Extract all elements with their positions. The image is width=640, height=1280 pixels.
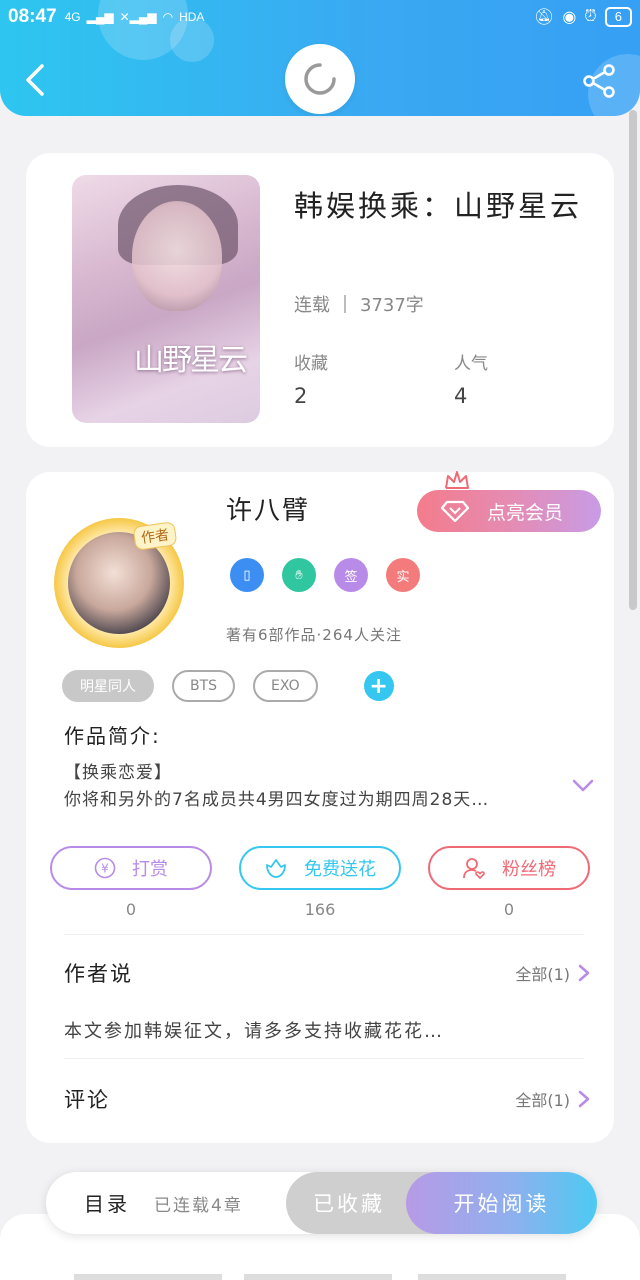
send-flower-label: 免费送花 (304, 859, 376, 880)
svg-text:¥: ¥ (101, 862, 109, 876)
author-says-row[interactable]: 作者说 全部(1) (64, 958, 590, 988)
book-status: 连载 (294, 295, 330, 316)
tag-item[interactable]: BTS (172, 670, 236, 702)
tip-action: ¥ 打赏 0 (50, 846, 212, 919)
favorites-stat: 收藏 2 (294, 349, 328, 408)
intro-line: 你将和另外的7名成员共4男四女度过为期四周28天… (64, 790, 490, 810)
yen-icon: ¥ (94, 857, 116, 879)
intro-line: 【换乘恋爱】 (64, 763, 172, 783)
flower-action: 免费送花 166 (239, 846, 401, 919)
flower-icon (266, 859, 286, 878)
book-meta: 连载 3737字 (294, 291, 424, 317)
popularity-value: 4 (454, 384, 468, 408)
flower-count: 166 (304, 900, 336, 919)
battery-indicator: 6 (604, 7, 632, 27)
favorites-label: 收藏 (294, 354, 328, 374)
status-bar: 08:47 4G ▂▄▆ ✕▂▄▆ ◠ HDA 🔕︎ ◉ ⏰︎ 6 (8, 4, 632, 30)
signal-x-icon: ✕▂▄▆ (119, 10, 157, 24)
comments-row[interactable]: 评论 全部(1) (64, 1084, 590, 1114)
nav-indicator (74, 1274, 222, 1280)
wifi-icon: ◠ (162, 10, 174, 24)
book-info-card: 山野星云 韩娱换乘：山野星云 连载 3737字 收藏 2 人气 4 (26, 153, 614, 447)
start-reading-button[interactable]: 开始阅读 (406, 1172, 597, 1234)
fan-user-icon (463, 858, 485, 880)
tip-count: 0 (125, 900, 137, 919)
alarm-icon: ⏰︎ (584, 8, 597, 25)
back-arrow-icon[interactable] (20, 62, 50, 98)
lock-icon: ◉ (562, 9, 577, 26)
action-buttons: ¥ 打赏 0 免费送花 166 粉丝榜 0 (50, 846, 590, 919)
favorites-value: 2 (294, 384, 308, 408)
crown-icon (445, 471, 469, 489)
cover-title: 山野星云 (134, 343, 248, 378)
toc-label: 目录 (84, 1192, 130, 1216)
fan-ranking-button[interactable]: 粉丝榜 (428, 846, 590, 890)
cover-figure (132, 201, 222, 311)
fans-action: 粉丝榜 0 (428, 846, 590, 919)
author-card: 作者 许八臂 点亮会员 ▯ ✋︎ 签 实 著有6部作品·264人关注 明星同人 … (26, 471, 614, 1143)
tag-item[interactable]: EXO (253, 670, 318, 702)
word-count: 3737字 (360, 295, 424, 316)
book-title: 韩娱换乘：山野星云 (294, 189, 583, 223)
verified-badge[interactable]: 实 (386, 558, 420, 592)
chevron-down-icon[interactable] (572, 778, 594, 794)
divider (64, 934, 584, 935)
popularity-label: 人气 (454, 354, 488, 374)
send-flower-button[interactable]: 免费送花 (239, 846, 401, 890)
toc-status: 已连载4章 (154, 1196, 243, 1216)
author-avatar[interactable]: 作者 (54, 518, 184, 648)
nav-indicator (244, 1274, 392, 1280)
author-works-info: 著有6部作品·264人关注 (226, 626, 402, 644)
mute-bell-icon: 🔕︎ (534, 9, 555, 26)
intro-label: 作品简介: (64, 724, 161, 748)
fan-ranking-label: 粉丝榜 (502, 859, 556, 880)
loading-spinner-icon (285, 44, 355, 114)
tip-label: 打赏 (132, 859, 168, 880)
tag-list: 明星同人 BTS EXO + (62, 670, 394, 702)
author-badges: ▯ ✋︎ 签 实 (230, 558, 420, 592)
author-says-more[interactable]: 全部(1) (515, 961, 590, 985)
divider (64, 1058, 584, 1059)
intro-text: 【换乘恋爱】 你将和另外的7名成员共4男四女度过为期四周28天… (64, 760, 554, 814)
author-says-text: 本文参加韩娱征文，请多多支持收藏花花… (64, 1021, 444, 1042)
status-time: 08:47 (8, 6, 57, 27)
meta-divider (344, 295, 346, 313)
comments-title: 评论 (64, 1088, 110, 1112)
signal-icon: ▂▄▆ (86, 10, 114, 24)
share-icon[interactable] (582, 64, 616, 98)
vip-button[interactable]: 点亮会员 (417, 490, 601, 532)
toc-button[interactable]: 目录 已连载4章 (84, 1188, 243, 1217)
chevron-right-icon (578, 1090, 590, 1108)
phone-badge-icon[interactable]: ▯ (230, 558, 264, 592)
tip-button[interactable]: ¥ 打赏 (50, 846, 212, 890)
network-hd: HDA (179, 10, 205, 24)
vip-button-label: 点亮会员 (487, 501, 564, 524)
bottom-action-bar: 目录 已连载4章 已收藏 开始阅读 (46, 1172, 597, 1234)
author-name[interactable]: 许八臂 (226, 490, 310, 527)
book-cover[interactable]: 山野星云 (72, 175, 260, 423)
network-4g: 4G (64, 10, 81, 24)
comments-more[interactable]: 全部(1) (515, 1087, 590, 1111)
tag-item[interactable]: 明星同人 (62, 670, 154, 702)
chevron-right-icon (578, 964, 590, 982)
diamond-icon (441, 500, 469, 522)
signed-badge[interactable]: 签 (334, 558, 368, 592)
add-tag-button[interactable]: + (363, 671, 394, 701)
handshake-badge-icon[interactable]: ✋︎ (282, 558, 316, 592)
author-says-title: 作者说 (64, 962, 133, 986)
scrollbar[interactable] (629, 110, 637, 610)
popularity-stat: 人气 4 (454, 349, 488, 408)
author-says-more-label: 全部(1) (515, 965, 570, 984)
nav-indicator (418, 1274, 566, 1280)
comments-more-label: 全部(1) (515, 1091, 570, 1110)
fans-count: 0 (503, 900, 515, 919)
